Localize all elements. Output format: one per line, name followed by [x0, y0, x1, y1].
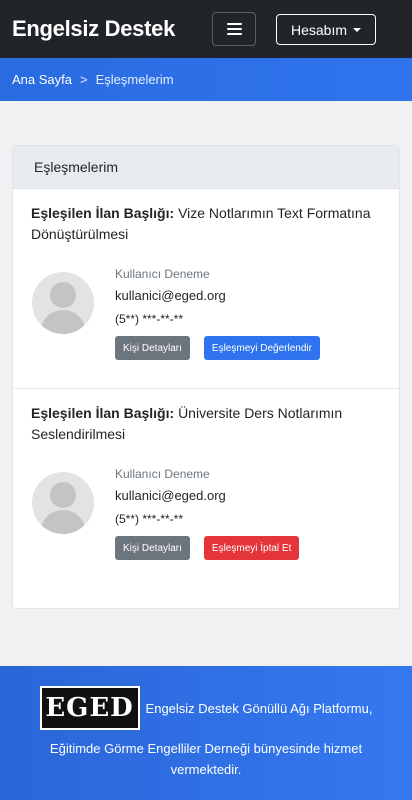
evaluate-match-button[interactable]: Eşleşmeyi Değerlendir: [203, 336, 320, 360]
account-dropdown-button[interactable]: Hesabım: [276, 14, 376, 45]
matches-card: Eşleşmelerim Eşleşilen İlan Başlığı: Viz…: [12, 145, 400, 609]
cancel-match-button[interactable]: Eşleşmeyi İptal Et: [203, 536, 300, 560]
person-email: kullanici@eged.org: [115, 288, 226, 303]
match-item: Eşleşilen İlan Başlığı: Üniversite Ders …: [13, 388, 399, 588]
footer-text-line1: Engelsiz Destek Gönüllü Ağı Platformu,: [145, 700, 373, 716]
breadcrumb-current: Eşleşmelerim: [95, 72, 174, 87]
person-phone: (5**) ***-**-**: [115, 512, 184, 526]
site-footer: EGED Engelsiz Destek Gönüllü Ağı Platfor…: [0, 666, 412, 800]
person-info: Kullanıcı Deneme kullanici@eged.org (5**…: [115, 266, 320, 360]
match-item: Eşleşilen İlan Başlığı: Vize Notlarımın …: [13, 189, 399, 388]
menu-toggle-button[interactable]: [212, 12, 256, 46]
user-silhouette-icon: [50, 282, 76, 308]
avatar: [32, 272, 94, 334]
match-title-label: Eşleşilen İlan Başlığı:: [31, 405, 175, 421]
breadcrumb-separator: >: [80, 72, 88, 87]
hamburger-icon: [226, 23, 242, 25]
match-title-label: Eşleşilen İlan Başlığı:: [31, 205, 175, 221]
eged-logo-text: EGED: [41, 688, 138, 728]
person-phone: (5**) ***-**-**: [115, 312, 184, 326]
person-email: kullanici@eged.org: [115, 488, 226, 503]
brand-logo-text[interactable]: Engelsiz Destek: [12, 16, 175, 42]
footer-text-line2: Eğitimde Görme Engelliler Derneği bünyes…: [49, 741, 363, 777]
match-title: Eşleşilen İlan Başlığı: Üniversite Ders …: [31, 403, 381, 445]
account-label: Hesabım: [290, 21, 348, 38]
person-block: Kullanıcı Deneme kullanici@eged.org (5**…: [31, 458, 381, 588]
match-title: Eşleşilen İlan Başlığı: Vize Notlarımın …: [31, 203, 381, 245]
caret-down-icon: [353, 27, 362, 32]
breadcrumb-home-link[interactable]: Ana Sayfa: [12, 72, 72, 87]
avatar: [32, 472, 94, 534]
top-navbar: Engelsiz Destek Hesabım: [0, 0, 412, 58]
breadcrumb: Ana Sayfa > Eşleşmelerim: [0, 58, 412, 101]
person-details-button[interactable]: Kişi Detayları: [115, 536, 190, 560]
person-name: Kullanıcı Deneme: [115, 267, 210, 281]
person-info: Kullanıcı Deneme kullanici@eged.org (5**…: [115, 466, 300, 560]
user-silhouette-icon: [50, 482, 76, 508]
card-header: Eşleşmelerim: [13, 146, 399, 189]
person-block: Kullanıcı Deneme kullanici@eged.org (5**…: [31, 258, 381, 388]
eged-logo: EGED: [39, 686, 140, 730]
person-details-button[interactable]: Kişi Detayları: [115, 336, 190, 360]
person-name: Kullanıcı Deneme: [115, 467, 210, 481]
